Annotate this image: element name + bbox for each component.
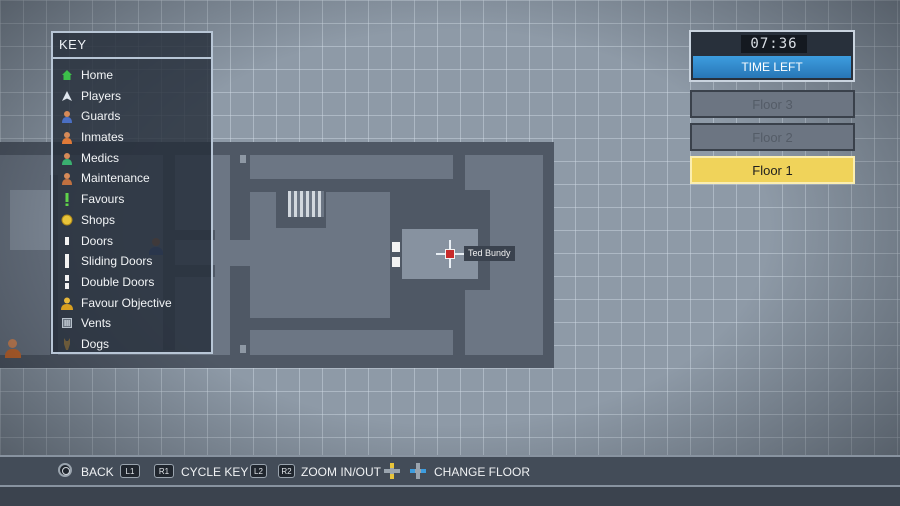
guard-icon	[59, 109, 75, 123]
player-name-tag: Ted Bundy	[464, 246, 515, 261]
key-item-label: Maintenance	[81, 171, 150, 185]
key-item-guards[interactable]: Guards	[59, 107, 120, 125]
key-panel: KEY Home Players Guards Inmates Medics M	[51, 31, 213, 354]
key-item-favour-objective[interactable]: Favour Objective	[59, 294, 172, 312]
key-title: KEY	[53, 33, 211, 59]
zoom-label[interactable]: ZOOM IN/OUT	[301, 465, 381, 479]
screen-bottom-edge	[0, 487, 900, 506]
circle-button-icon	[58, 463, 72, 477]
key-item-favours[interactable]: Favours	[59, 190, 124, 208]
key-item-players[interactable]: Players	[59, 87, 121, 105]
l2-button-icon: L2	[250, 464, 267, 478]
key-item-label: Sliding Doors	[81, 254, 153, 268]
key-item-double-doors[interactable]: Double Doors	[59, 273, 154, 291]
key-item-label: Home	[81, 68, 114, 82]
inmate-icon	[59, 130, 75, 144]
key-item-sliding-doors[interactable]: Sliding Doors	[59, 252, 152, 270]
r2-button-icon: R2	[278, 464, 295, 478]
key-item-label: Double Doors	[81, 275, 155, 289]
key-item-label: Players	[81, 89, 122, 103]
timer-value: 07:36	[741, 35, 807, 53]
floor-3-button[interactable]: Floor 3	[690, 90, 855, 118]
key-item-label: Favour Objective	[81, 296, 172, 310]
key-item-inmates[interactable]: Inmates	[59, 128, 124, 146]
key-item-shops[interactable]: Shops	[59, 211, 115, 229]
map-wall-divider	[250, 318, 465, 330]
map-door	[240, 155, 246, 163]
key-item-vents[interactable]: Vents	[59, 314, 111, 332]
exclamation-icon	[59, 192, 75, 206]
map-hall-wall-2	[237, 280, 249, 350]
map-door	[392, 257, 400, 267]
key-item-doors[interactable]: Doors	[59, 232, 113, 250]
timer-box: 07:36 TIME LEFT	[689, 30, 855, 82]
floor-2-button[interactable]: Floor 2	[690, 123, 855, 151]
dog-icon	[59, 337, 75, 351]
door-icon	[59, 234, 75, 248]
home-icon	[59, 68, 75, 82]
map-hall-wall	[237, 165, 249, 240]
favour-objective-icon	[59, 296, 75, 310]
key-item-label: Inmates	[81, 130, 124, 144]
r1-button-icon: R1	[154, 464, 174, 478]
double-door-icon	[59, 275, 75, 289]
map-stairs[interactable]	[288, 191, 324, 217]
map-hall-top	[250, 155, 453, 179]
coin-icon	[59, 213, 75, 227]
time-left-bar: TIME LEFT	[693, 56, 851, 78]
player-marker[interactable]	[436, 240, 464, 268]
back-label[interactable]: BACK	[81, 465, 114, 479]
floor-1-button[interactable]: Floor 1	[690, 156, 855, 184]
key-item-medics[interactable]: Medics	[59, 149, 119, 167]
sliding-door-icon	[59, 254, 75, 268]
change-floor-label[interactable]: CHANGE FLOOR	[434, 465, 530, 479]
vent-icon	[59, 316, 75, 330]
key-item-label: Dogs	[81, 337, 110, 351]
cycle-key-label[interactable]: CYCLE KEY	[181, 465, 248, 479]
key-item-label: Doors	[81, 234, 114, 248]
key-item-label: Guards	[81, 109, 121, 123]
l1-button-icon: L1	[120, 464, 140, 478]
map-hall-corridor	[215, 240, 405, 266]
map-door	[392, 242, 400, 252]
key-item-label: Vents	[81, 316, 112, 330]
map-door	[240, 345, 246, 353]
map-hall-bottom	[250, 330, 453, 355]
key-item-maintenance[interactable]: Maintenance	[59, 169, 150, 187]
key-item-label: Medics	[81, 151, 120, 165]
key-item-home[interactable]: Home	[59, 66, 113, 84]
map-left-room	[10, 190, 50, 250]
key-item-label: Shops	[81, 213, 116, 227]
medic-icon	[59, 151, 75, 165]
player-icon	[445, 249, 455, 259]
controls-bar: BACK L1 R1 CYCLE KEY L2 R2 ZOOM IN/OUT C…	[0, 455, 900, 487]
maintenance-icon	[59, 171, 75, 185]
dpad-icon	[410, 463, 426, 479]
inmate-marker[interactable]	[4, 339, 22, 359]
key-item-label: Favours	[81, 192, 125, 206]
player-arrow-icon	[59, 89, 75, 103]
left-stick-icon	[384, 463, 400, 479]
key-item-dogs[interactable]: Dogs	[59, 335, 109, 353]
